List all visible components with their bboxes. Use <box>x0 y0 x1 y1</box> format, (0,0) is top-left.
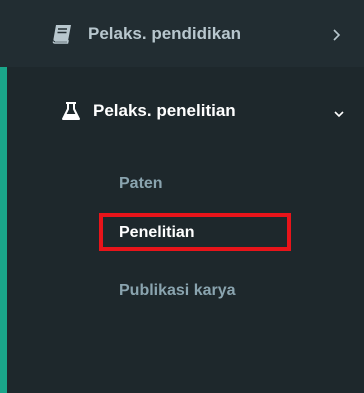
flask-icon <box>61 101 81 121</box>
highlight-box <box>99 213 291 251</box>
chevron-right-icon <box>331 27 343 43</box>
sidebar: Pelaks. pendidikan Pelaks. penelitian Pa… <box>0 0 364 393</box>
book-icon <box>52 24 74 44</box>
submenu-item-paten[interactable]: Paten <box>119 175 163 193</box>
sidebar-item-label: Pelaks. pendidikan <box>88 24 242 43</box>
sidebar-item-pelaks-penelitian[interactable]: Pelaks. penelitian <box>7 67 364 157</box>
sidebar-item-label: Pelaks. penelitian <box>93 101 236 120</box>
submenu-item-publikasi-karya[interactable]: Publikasi karya <box>119 282 236 300</box>
chevron-down-icon <box>332 105 346 118</box>
sidebar-item-pelaks-pendidikan[interactable]: Pelaks. pendidikan <box>0 12 364 57</box>
